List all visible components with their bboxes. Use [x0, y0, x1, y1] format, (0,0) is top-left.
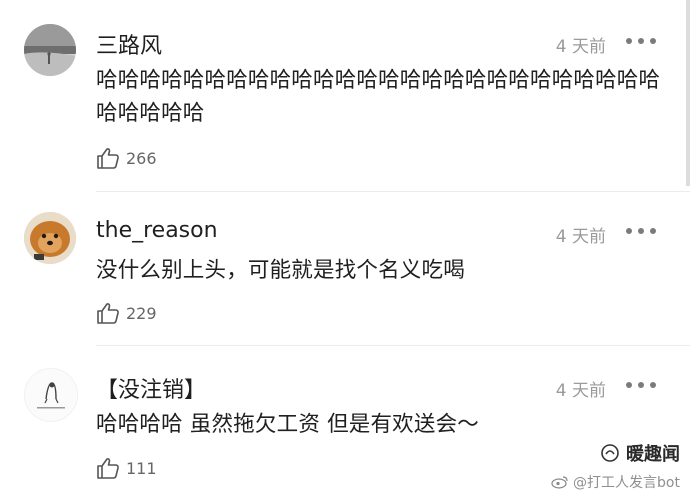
- comment-item: 三路风 4 天前 哈哈哈哈哈哈哈哈哈哈哈哈哈哈哈哈哈哈哈哈哈哈哈哈哈哈哈哈哈哈哈…: [0, 0, 690, 192]
- avatar[interactable]: [24, 212, 76, 264]
- username[interactable]: 【没注销】: [96, 372, 206, 404]
- watermark-brand: 暖趣闻: [600, 440, 680, 466]
- like-count: 111: [126, 458, 157, 478]
- username[interactable]: 三路风: [96, 28, 162, 60]
- timestamp: 4 天前: [555, 227, 606, 247]
- avatar-sketch-icon: [25, 369, 77, 421]
- comment-text: 哈哈哈哈哈哈哈哈哈哈哈哈哈哈哈哈哈哈哈哈哈哈哈哈哈哈哈哈哈哈哈: [96, 68, 661, 126]
- watermark-handle: @打工人发言bot: [551, 472, 680, 492]
- watermark-brand-text: 暖趣闻: [626, 444, 680, 465]
- avatar-dog-icon: [24, 212, 76, 264]
- watermark-handle-text: @打工人发言bot: [573, 475, 680, 491]
- more-options-icon[interactable]: [626, 381, 656, 389]
- username[interactable]: the_reason: [96, 218, 218, 243]
- like-button[interactable]: 229: [96, 300, 157, 326]
- avatar[interactable]: [24, 24, 76, 76]
- more-options-icon[interactable]: [626, 227, 656, 235]
- comment-text: 哈哈哈哈 虽然拖欠工资 但是有欢送会～: [96, 412, 479, 437]
- thumbs-up-icon: [97, 148, 119, 169]
- like-button[interactable]: 111: [96, 455, 157, 481]
- brand-logo-icon: [601, 444, 619, 462]
- comment-text: 没什么别上头，可能就是找个名义吃喝: [96, 258, 465, 283]
- like-count: 229: [126, 303, 157, 323]
- like-count: 266: [126, 148, 157, 168]
- thumbs-up-icon: [97, 458, 119, 479]
- avatar-landscape-icon: [24, 24, 76, 76]
- thumbs-up-icon: [97, 303, 119, 324]
- watermark: 暖趣闻 @打工人发言bot: [551, 440, 680, 492]
- like-button[interactable]: 266: [96, 145, 157, 171]
- avatar[interactable]: [24, 368, 78, 422]
- timestamp: 4 天前: [555, 381, 606, 401]
- weibo-icon: [551, 476, 568, 489]
- timestamp: 4 天前: [555, 37, 606, 57]
- more-options-icon[interactable]: [626, 37, 656, 45]
- comment-item: the_reason 4 天前 没什么别上头，可能就是找个名义吃喝 229: [0, 192, 690, 346]
